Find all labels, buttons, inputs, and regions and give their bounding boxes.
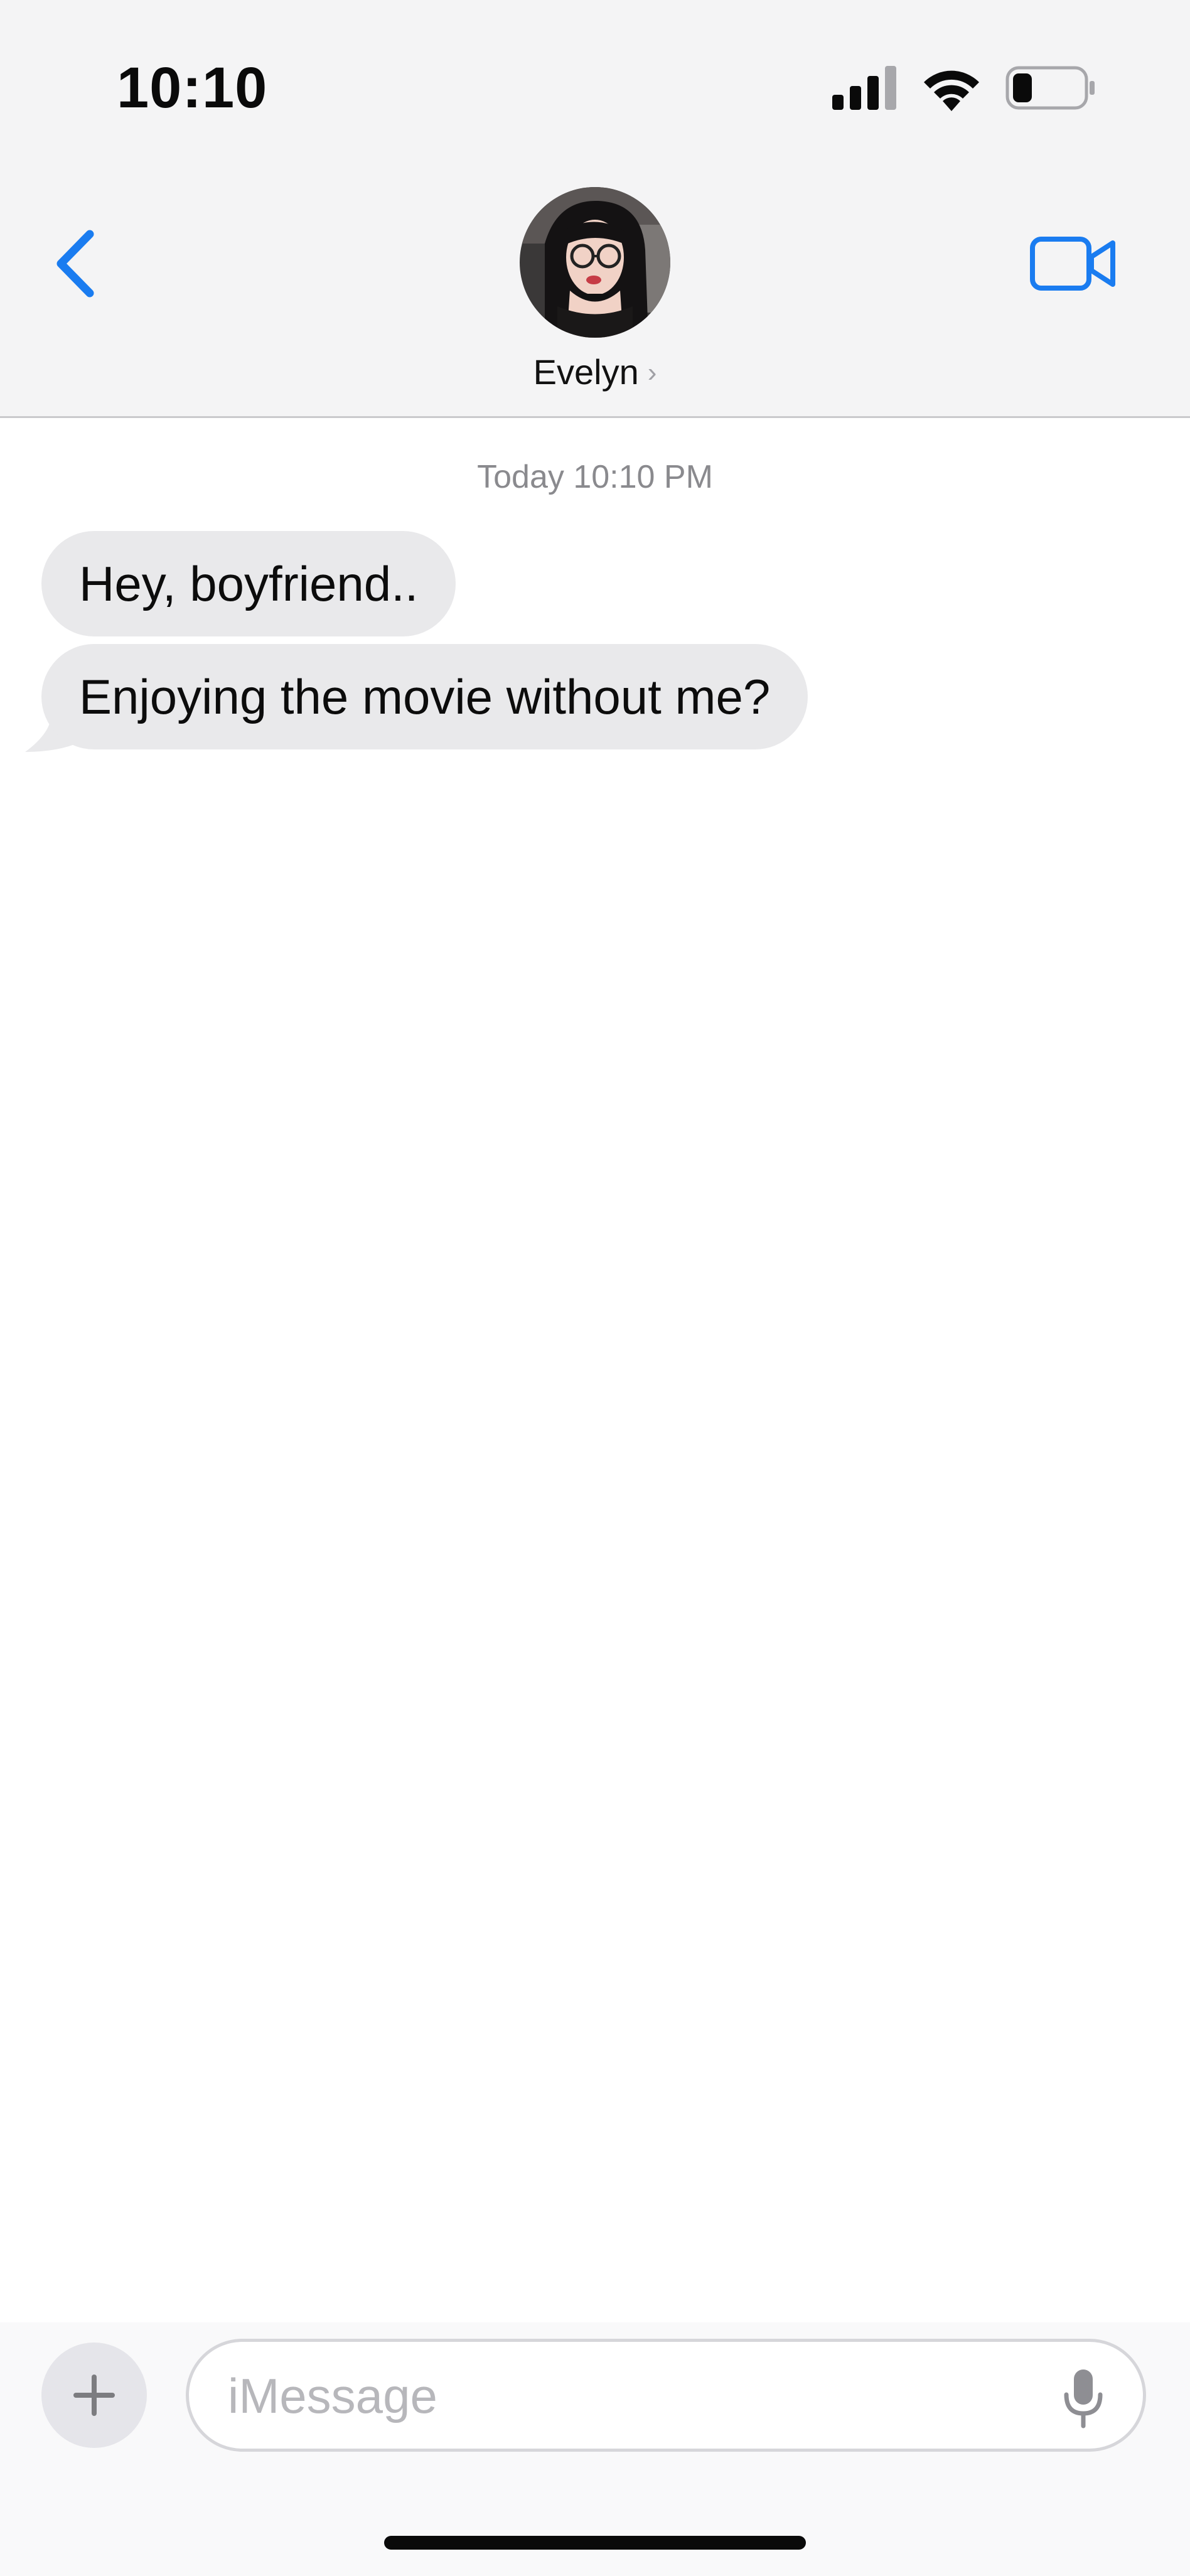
apps-plus-button[interactable]: [41, 2343, 147, 2448]
plus-icon: [73, 2375, 115, 2416]
avatar-photo: [520, 187, 670, 338]
cellular-signal-icon: [832, 66, 896, 110]
wifi-icon: [924, 70, 979, 111]
imessage-field-container[interactable]: [186, 2339, 1146, 2452]
facetime-video-button[interactable]: [1027, 232, 1121, 295]
battery-icon: [1005, 66, 1095, 110]
home-indicator[interactable]: [384, 2536, 806, 2550]
chevron-right-icon: ›: [647, 357, 657, 388]
chevron-left-icon: [56, 230, 94, 298]
video-camera-icon: [1030, 237, 1115, 291]
status-icons: [832, 63, 1096, 113]
contact-avatar[interactable]: [520, 187, 670, 338]
microphone-icon[interactable]: [1061, 2368, 1105, 2428]
back-button[interactable]: [44, 226, 107, 301]
conversation-header: 10:10 Evelyn ›: [0, 0, 1190, 418]
incoming-message-bubble[interactable]: Enjoying the movie without me?: [41, 644, 808, 749]
messages-screen: 10:10 Evelyn › Today 10:10 PM Hey, boyfr…: [0, 0, 1190, 2576]
incoming-message-bubble[interactable]: Hey, boyfriend..: [41, 531, 456, 636]
contact-name: Evelyn: [533, 352, 639, 392]
status-time: 10:10: [117, 56, 268, 120]
contact-name-button[interactable]: Evelyn ›: [0, 352, 1190, 392]
message-timestamp: Today 10:10 PM: [477, 459, 713, 495]
imessage-input[interactable]: [227, 2342, 1032, 2450]
